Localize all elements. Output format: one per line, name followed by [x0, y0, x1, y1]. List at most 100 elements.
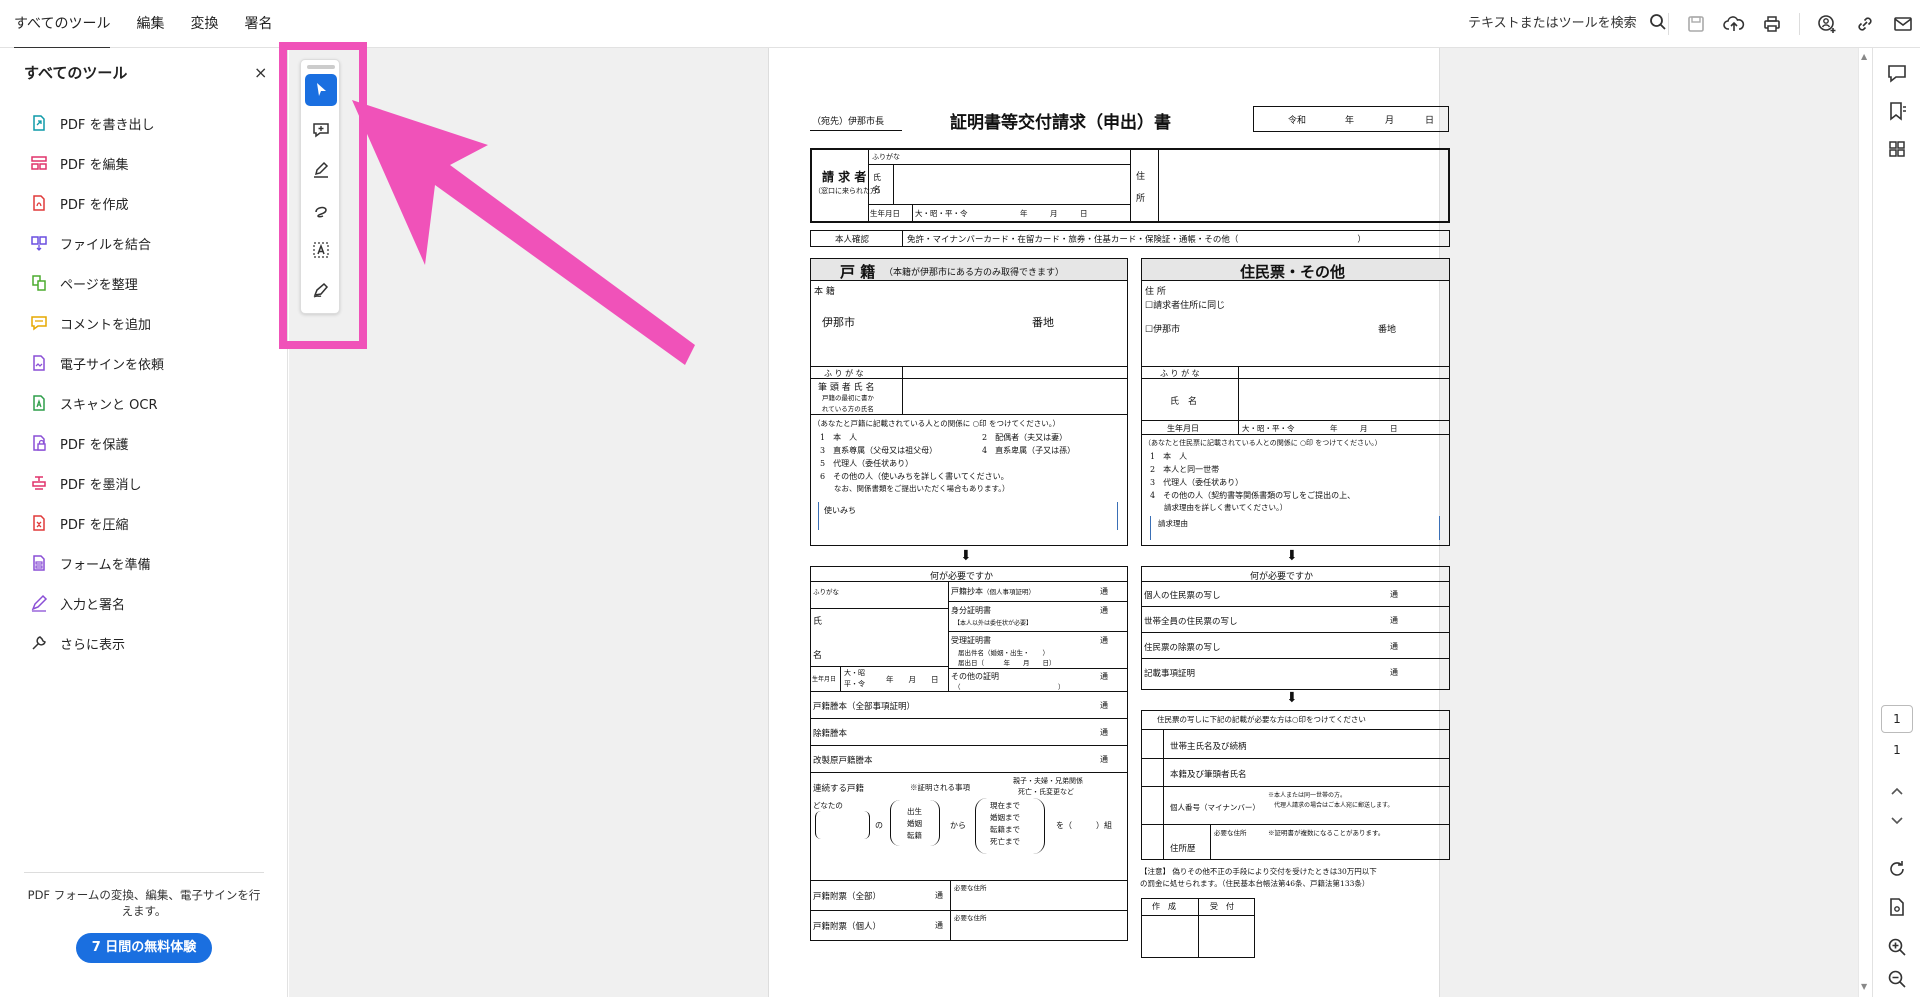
- menu-edit[interactable]: 編集: [136, 0, 164, 49]
- tool-prepare-form[interactable]: フォームを準備: [30, 543, 164, 583]
- export-pdf-icon: [33, 115, 45, 131]
- down-arrow-icon: ⬇: [1286, 690, 1298, 706]
- more-tools-icon: [32, 636, 46, 650]
- scroll-up-icon[interactable]: ▲: [1861, 52, 1867, 61]
- scan-ocr-icon: [33, 395, 45, 411]
- close-icon[interactable]: ×: [254, 63, 267, 82]
- ji-note: 住民票の写しに下記の記載が必要な方は○印をつけてください: [1157, 715, 1366, 724]
- ki-renzoku-r2: 死亡・氏変更など: [1018, 788, 1074, 796]
- tool-fill-sign[interactable]: 入力と署名: [30, 583, 164, 623]
- ji-opt3: 個人番号（マイナンバー）: [1170, 803, 1260, 812]
- share-user-icon[interactable]: [1816, 13, 1838, 35]
- tool-export-pdf[interactable]: PDF を書き出し: [30, 103, 164, 143]
- ji-opt3-n1: ※本人または同一世帯の方。: [1268, 792, 1347, 799]
- page-number-input[interactable]: 1: [1881, 705, 1913, 733]
- id-check-options: 免許・マイナンバーカード・在留カード・旅券・住基カード・保険証・通帳・その他（ …: [907, 235, 1366, 245]
- vertical-scrollbar[interactable]: ▲ ▼: [1858, 48, 1872, 997]
- tool-label: PDF を圧縮: [60, 517, 129, 533]
- zoom-out-icon[interactable]: [1886, 968, 1908, 990]
- tool-more[interactable]: さらに表示: [30, 623, 164, 663]
- jumin-rel-3: 3 代理人（委任状あり）: [1150, 478, 1244, 487]
- ji-opt4-n1: 必要な住所: [1214, 829, 1247, 837]
- ki-wo: を（ ）組: [1056, 821, 1112, 830]
- tool-label: 電子サインを依頼: [60, 357, 165, 373]
- comments-panel-icon[interactable]: [1886, 62, 1908, 84]
- fill-sign-icon: [31, 594, 48, 612]
- footer-text: PDF フォームの変換、編集、電子サインを行えます。: [27, 888, 261, 918]
- jumin-city: ☐伊那市: [1145, 325, 1181, 335]
- ji-tsu: 通: [1390, 668, 1398, 677]
- koseki-rel-6: 6 その他の人（使いみちを詳しく書いてください。: [820, 472, 1009, 481]
- date-era: 令和: [1288, 116, 1307, 126]
- jumin-rel-1: 1 本 人: [1150, 452, 1188, 461]
- ki-tsu: 通: [1100, 587, 1108, 596]
- prepare-form-icon: [33, 555, 45, 571]
- page-settings-icon[interactable]: [1886, 896, 1908, 918]
- jumin-rel-note: （あなたと住民票に記載されている人との関係に ○印 をつけてください。）: [1144, 439, 1382, 447]
- protect-pdf-icon: [33, 435, 46, 451]
- menu-convert[interactable]: 変換: [190, 0, 218, 49]
- ki-tohon: 戸籍謄本（全部事項証明）: [813, 702, 916, 712]
- ji-item4: 記載事項証明: [1144, 669, 1196, 679]
- print-icon[interactable]: [1761, 13, 1783, 35]
- upload-cloud-icon[interactable]: [1723, 13, 1745, 35]
- ki-era2: 平・令: [844, 680, 865, 688]
- ki-renzoku-r1: 親子・夫婦・兄弟関係: [1013, 777, 1083, 785]
- chevron-up-icon[interactable]: [1886, 783, 1908, 799]
- save-icon[interactable]: [1685, 13, 1707, 35]
- ki-other-b: （ ）: [954, 683, 1065, 691]
- ki-tsu: 通: [1100, 701, 1108, 710]
- ji-item1: 個人の住民票の写し: [1144, 591, 1221, 601]
- tool-protect-pdf[interactable]: PDF を保護: [30, 423, 164, 463]
- create-pdf-icon: [33, 195, 45, 211]
- tool-edit-pdf[interactable]: PDF を編集: [30, 143, 164, 183]
- tool-redact-pdf[interactable]: PDF を墨消し: [30, 463, 164, 503]
- tool-combine-files[interactable]: ファイルを結合: [30, 223, 164, 263]
- koseki-honseki-label: 本 籍: [814, 287, 835, 297]
- stamp-receive: 受 付: [1210, 902, 1234, 911]
- pdf-page[interactable]: （宛先）伊那市長 証明書等交付請求（申出）書 令和 年 月 日 請 求 者 （窓…: [768, 48, 1450, 997]
- pointer-arrow-icon: [352, 100, 695, 365]
- rotate-icon[interactable]: [1886, 858, 1908, 880]
- bookmark-icon[interactable]: [1886, 100, 1908, 122]
- ki-tsu: 通: [1100, 606, 1108, 615]
- ki-mibun-note: 【本人以外は委任状が必要】: [954, 620, 1033, 627]
- thumbnails-grid-icon[interactable]: [1886, 138, 1908, 160]
- tools-sidebar: すべてのツール × PDF を書き出し PDF を編集 PDF を作成 ファイル…: [0, 48, 288, 997]
- ki-ev2: 婚姻: [907, 819, 922, 828]
- koseki-city: 伊那市: [822, 316, 855, 329]
- jumin-rel-2: 2 本人と同一世帯: [1150, 465, 1220, 474]
- date-month: 月: [1385, 116, 1395, 126]
- zoom-in-icon[interactable]: [1886, 936, 1908, 958]
- ji-opt4-n2: ※証明書が複数になることがあります。: [1268, 829, 1385, 837]
- chevron-down-icon[interactable]: [1886, 813, 1908, 829]
- ki-mei: 名: [813, 651, 823, 661]
- tool-search[interactable]: テキストまたはツールを検索: [1468, 12, 1667, 31]
- toolbar-separator: [1799, 13, 1800, 35]
- koseki-header: 戸 籍: [840, 263, 876, 281]
- ji-opt1: 世帯主氏名及び続柄: [1170, 742, 1247, 752]
- ki-juri-n2: 届出日（ 年 月 日）: [958, 659, 1056, 667]
- form-title: 証明書等交付請求（申出）書: [950, 113, 1171, 133]
- tool-add-comment[interactable]: コメントを追加: [30, 303, 164, 343]
- combine-files-icon: [31, 236, 47, 251]
- jumin-same-address: ☐請求者住所に同じ: [1145, 301, 1226, 311]
- koseki-head-note1: 戸籍の最初に書か: [822, 394, 874, 402]
- search-label: テキストまたはツールを検索: [1468, 16, 1637, 31]
- free-trial-button[interactable]: 7 日間の無料体験: [75, 933, 213, 963]
- menu-sign[interactable]: 署名: [244, 0, 272, 49]
- link-icon[interactable]: [1854, 13, 1876, 35]
- tool-organize-pages[interactable]: ページを整理: [30, 263, 164, 303]
- ji-opt2: 本籍及び筆頭者氏名: [1170, 770, 1247, 780]
- tool-request-esign[interactable]: 電子サインを依頼: [30, 343, 164, 383]
- search-icon[interactable]: [1649, 13, 1667, 31]
- koseki-furigana: ふ り が な: [824, 369, 864, 378]
- tool-create-pdf[interactable]: PDF を作成: [30, 183, 164, 223]
- email-icon[interactable]: [1892, 13, 1914, 35]
- tool-scan-ocr[interactable]: スキャンと OCR: [30, 383, 164, 423]
- menu-all-tools[interactable]: すべてのツール: [14, 0, 111, 49]
- koseki-rel-6b: なお、関係書類をご提出いただく場合もあります。）: [834, 484, 1010, 493]
- tool-compress-pdf[interactable]: PDF を圧縮: [30, 503, 164, 543]
- ji-tsu: 通: [1390, 590, 1398, 599]
- scroll-down-icon[interactable]: ▼: [1861, 982, 1867, 991]
